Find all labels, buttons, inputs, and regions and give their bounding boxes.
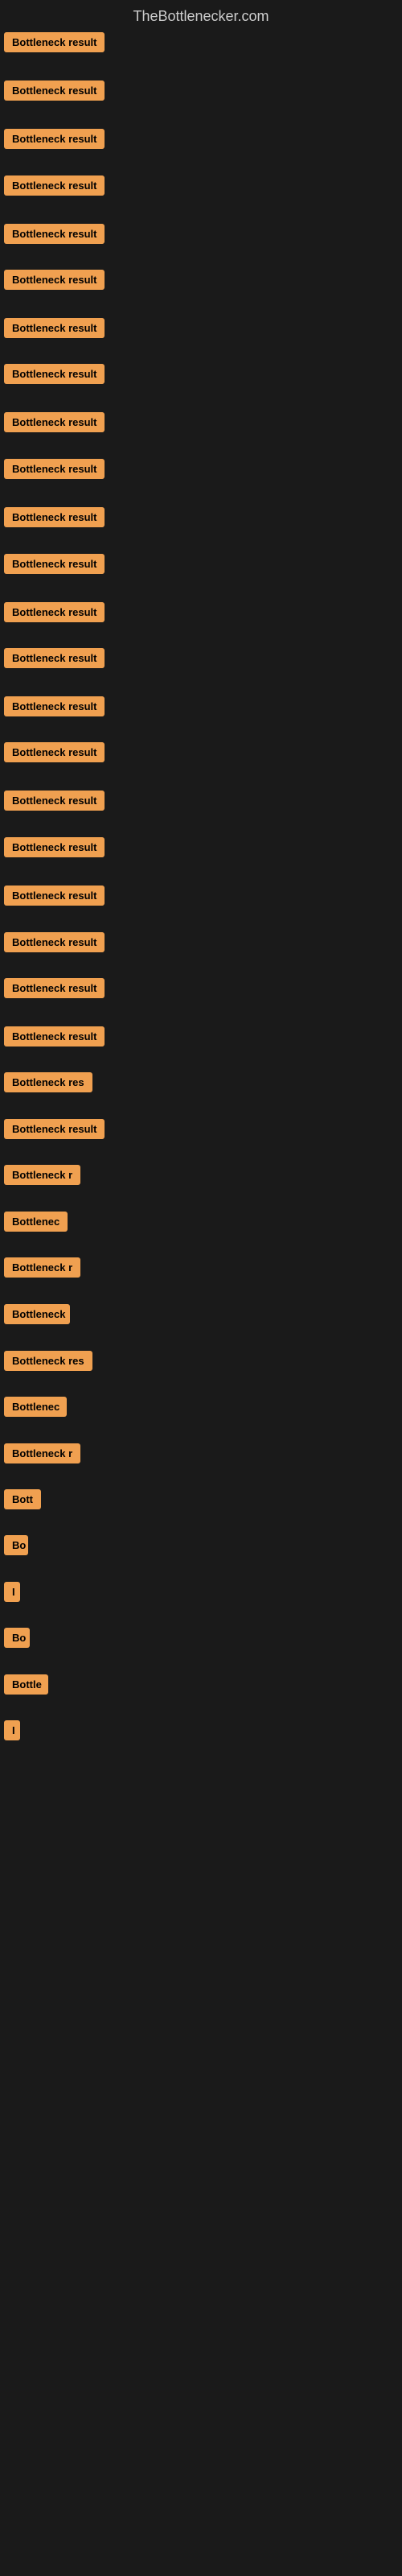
bottleneck-badge[interactable]: Bottleneck result xyxy=(4,791,105,811)
bottleneck-item: Bottleneck result xyxy=(4,129,105,153)
bottleneck-item: Bottlenec xyxy=(4,1397,67,1421)
bottleneck-badge[interactable]: Bottleneck r xyxy=(4,1165,80,1185)
bottleneck-badge[interactable]: Bo xyxy=(4,1628,30,1648)
bottleneck-item: Bottleneck result xyxy=(4,412,105,436)
bottleneck-badge[interactable]: Bottleneck result xyxy=(4,978,105,998)
bottleneck-badge[interactable]: Bottleneck result xyxy=(4,837,105,857)
bottleneck-badge[interactable]: Bottleneck result xyxy=(4,318,105,338)
bottleneck-item: Bottleneck result xyxy=(4,742,105,766)
bottleneck-badge[interactable]: Bottleneck result xyxy=(4,224,105,244)
bottleneck-badge[interactable]: Bottleneck result xyxy=(4,742,105,762)
bottleneck-badge[interactable]: Bottleneck result xyxy=(4,364,105,384)
bottleneck-badge[interactable]: Bottleneck result xyxy=(4,602,105,622)
bottleneck-item: Bottleneck result xyxy=(4,459,105,483)
bottleneck-item: Bottleneck result xyxy=(4,791,105,815)
bottleneck-item: Bottleneck result xyxy=(4,696,105,720)
bottleneck-item: Bottleneck result xyxy=(4,554,105,578)
bottleneck-badge[interactable]: Bottleneck result xyxy=(4,412,105,432)
bottleneck-item: Bottleneck result xyxy=(4,224,105,248)
bottleneck-badge[interactable]: Bottleneck res xyxy=(4,1072,92,1092)
bottleneck-badge[interactable]: Bottlenec xyxy=(4,1397,67,1417)
bottleneck-item: Bo xyxy=(4,1535,28,1559)
bottleneck-item: Bott xyxy=(4,1489,41,1513)
bottleneck-badge[interactable]: I xyxy=(4,1582,20,1602)
bottleneck-item: Bottleneck result xyxy=(4,1119,105,1143)
bottleneck-item: Bottleneck result xyxy=(4,932,105,956)
bottleneck-item: Bottleneck result xyxy=(4,318,105,342)
bottleneck-badge[interactable]: Bottleneck res xyxy=(4,1351,92,1371)
bottleneck-item: Bottleneck res xyxy=(4,1072,92,1096)
bottleneck-item: Bottleneck result xyxy=(4,80,105,105)
bottleneck-badge[interactable]: Bo xyxy=(4,1535,28,1555)
bottleneck-item: Bottleneck result xyxy=(4,175,105,200)
bottleneck-badge[interactable]: Bottlenec xyxy=(4,1212,68,1232)
bottleneck-item: Bottleneck result xyxy=(4,1026,105,1051)
bottleneck-badge[interactable]: Bottleneck result xyxy=(4,459,105,479)
bottleneck-badge[interactable]: Bottleneck result xyxy=(4,1119,105,1139)
bottleneck-badge[interactable]: Bottleneck r xyxy=(4,1257,80,1278)
bottleneck-badge[interactable]: Bottleneck result xyxy=(4,1026,105,1046)
bottleneck-item: Bottlenec xyxy=(4,1212,68,1236)
bottleneck-item: Bottleneck xyxy=(4,1304,70,1328)
bottleneck-badge[interactable]: Bottleneck result xyxy=(4,32,105,52)
bottleneck-item: Bottleneck result xyxy=(4,270,105,294)
bottleneck-badge[interactable]: Bottleneck result xyxy=(4,554,105,574)
bottleneck-item: Bottleneck r xyxy=(4,1165,80,1189)
bottleneck-badge[interactable]: Bottleneck result xyxy=(4,886,105,906)
bottleneck-badge[interactable]: I xyxy=(4,1720,20,1740)
bottleneck-item: Bottleneck r xyxy=(4,1443,80,1468)
bottleneck-item: Bottleneck res xyxy=(4,1351,92,1375)
bottleneck-item: Bottleneck result xyxy=(4,364,105,388)
bottleneck-item: Bottleneck result xyxy=(4,837,105,861)
bottleneck-item: I xyxy=(4,1582,20,1606)
bottleneck-item: Bottleneck result xyxy=(4,978,105,1002)
bottleneck-item: Bottleneck result xyxy=(4,507,105,531)
bottleneck-item: Bottleneck result xyxy=(4,602,105,626)
bottleneck-badge[interactable]: Bottleneck result xyxy=(4,696,105,716)
bottleneck-item: Bo xyxy=(4,1628,30,1652)
bottleneck-item: Bottleneck r xyxy=(4,1257,80,1282)
bottleneck-badge[interactable]: Bott xyxy=(4,1489,41,1509)
bottleneck-item: Bottleneck result xyxy=(4,648,105,672)
bottleneck-badge[interactable]: Bottleneck result xyxy=(4,270,105,290)
bottleneck-badge[interactable]: Bottleneck result xyxy=(4,932,105,952)
bottleneck-item: Bottle xyxy=(4,1674,48,1699)
bottleneck-badge[interactable]: Bottleneck xyxy=(4,1304,70,1324)
bottleneck-badge[interactable]: Bottleneck result xyxy=(4,80,105,101)
bottleneck-item: Bottleneck result xyxy=(4,886,105,910)
bottleneck-badge[interactable]: Bottleneck result xyxy=(4,175,105,196)
bottleneck-item: Bottleneck result xyxy=(4,32,105,56)
bottleneck-badge[interactable]: Bottleneck result xyxy=(4,648,105,668)
bottleneck-item: I xyxy=(4,1720,20,1744)
bottleneck-badge[interactable]: Bottleneck result xyxy=(4,129,105,149)
bottleneck-badge[interactable]: Bottleneck result xyxy=(4,507,105,527)
bottleneck-badge[interactable]: Bottle xyxy=(4,1674,48,1695)
bottleneck-badge[interactable]: Bottleneck r xyxy=(4,1443,80,1463)
